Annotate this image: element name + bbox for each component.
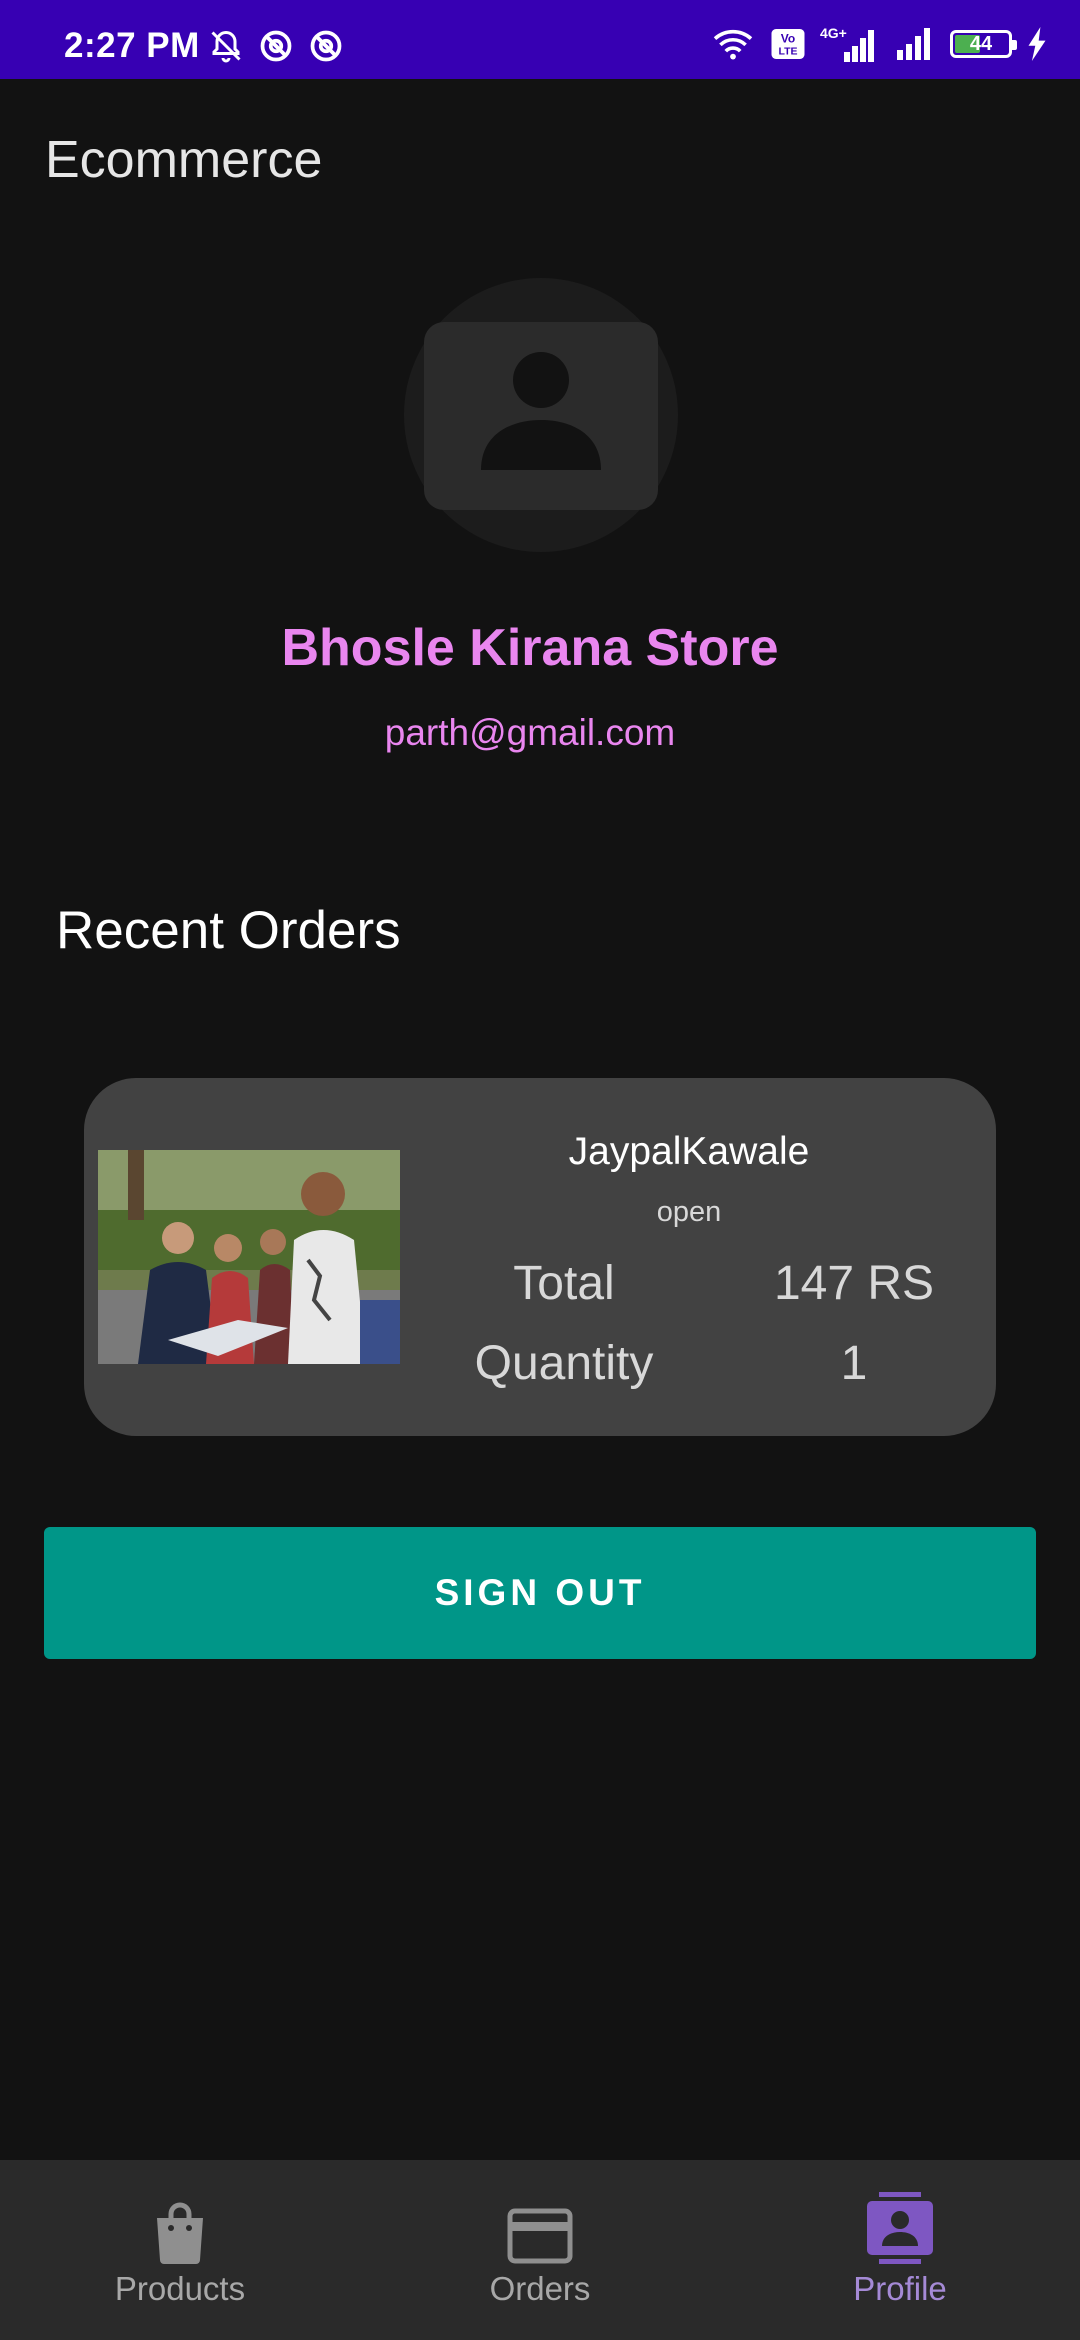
status-bar: 2:27 PM Vo LTE 4G+ 44 — [0, 0, 1080, 79]
status-right-icons: Vo LTE 4G+ 44 — [710, 24, 1048, 64]
wifi-icon — [713, 29, 753, 60]
nav-label-products: Products — [114, 2270, 246, 2307]
app-title: Ecommerce — [45, 131, 323, 189]
nav-label-orders: Orders — [489, 2270, 591, 2307]
status-left-icons — [208, 28, 344, 64]
order-status: open — [656, 1196, 722, 1228]
bottom-navigation: Products Orders Profile — [0, 2160, 1080, 2340]
recent-orders-title: Recent Orders — [56, 901, 401, 960]
sign-out-button[interactable]: SIGN OUT — [44, 1527, 1036, 1659]
order-total-label: Total — [513, 1257, 615, 1310]
nav-item-orders[interactable]: Orders — [360, 2160, 720, 2340]
order-quantity-value: 1 — [840, 1337, 868, 1390]
battery-level: 44 — [969, 32, 993, 55]
order-total-value: 147 RS — [773, 1257, 935, 1310]
dnd-icon — [310, 30, 342, 62]
nav-item-profile[interactable]: Profile — [720, 2160, 1080, 2340]
nav-item-products[interactable]: Products — [0, 2160, 360, 2340]
store-name: Bhosle Kirana Store — [281, 619, 779, 677]
dnd-icon — [260, 30, 292, 62]
status-time: 2:27 PM — [64, 26, 200, 65]
charging-icon — [1028, 27, 1046, 61]
signal-4g-icon: 4G+ — [820, 25, 874, 62]
store-email: parth@gmail.com — [384, 712, 676, 753]
order-quantity-label: Quantity — [474, 1337, 654, 1390]
order-card[interactable]: JaypalKawale open Total 147 RS Quantity … — [84, 1078, 996, 1436]
battery-icon: 44 — [950, 30, 1017, 58]
order-photo — [98, 1150, 400, 1364]
account-box-icon — [424, 322, 658, 510]
card-icon — [507, 2208, 573, 2264]
svg-text:Vo: Vo — [781, 32, 795, 46]
volte-icon: Vo LTE — [771, 29, 805, 59]
svg-text:4G+: 4G+ — [820, 25, 847, 41]
nav-label-profile: Profile — [853, 2270, 947, 2307]
signal-icon — [897, 28, 930, 60]
svg-text:LTE: LTE — [778, 46, 797, 58]
battery-tip — [1012, 40, 1017, 50]
contact-icon — [867, 2192, 933, 2264]
mute-icon — [211, 30, 241, 63]
order-customer-name: JaypalKawale — [568, 1130, 810, 1173]
shopping-bag-icon — [157, 2202, 203, 2264]
